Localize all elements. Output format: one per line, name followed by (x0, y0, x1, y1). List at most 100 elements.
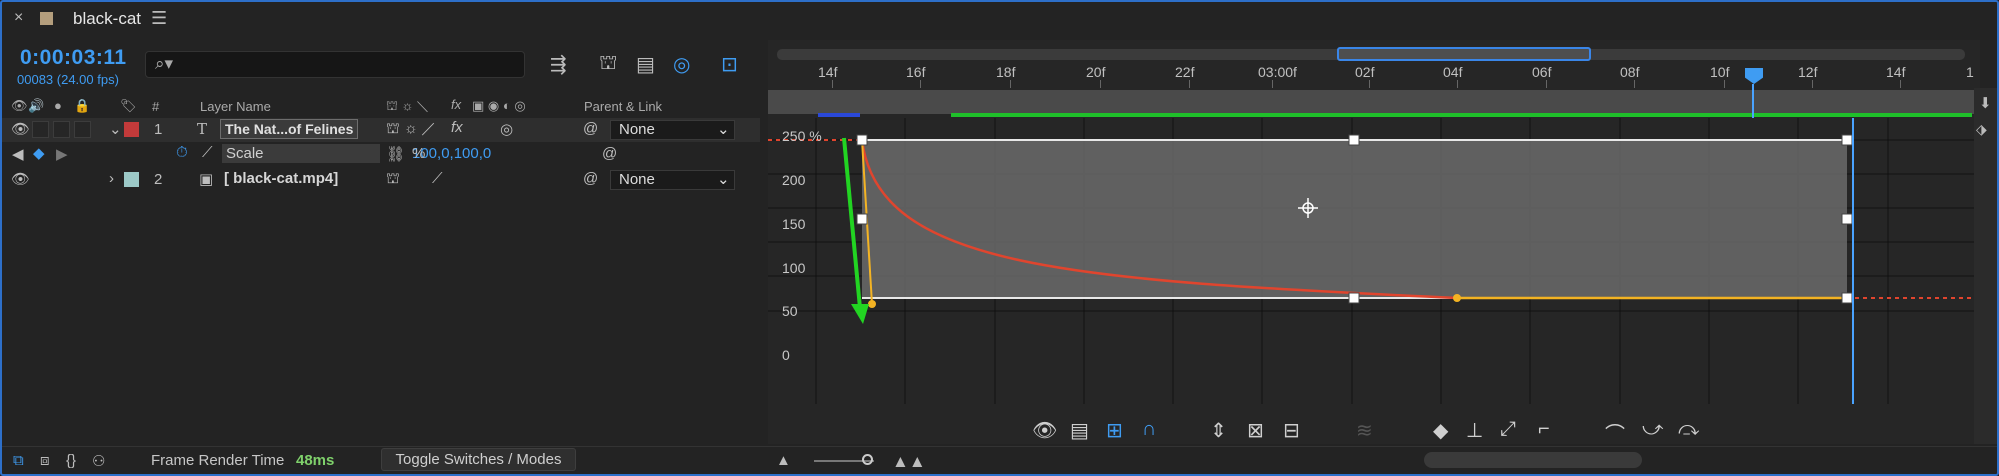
edit-selected-keyframes-icon[interactable]: ≋ (1356, 418, 1373, 443)
frame-blending-icon[interactable]: ▤ (636, 52, 655, 77)
bezier-handle[interactable] (868, 300, 876, 308)
convert-linear-icon[interactable]: ⊥ (1466, 418, 1483, 443)
keyframe-point[interactable] (1453, 294, 1461, 302)
transfer-controls-icon[interactable]: {} (66, 452, 76, 469)
switches-icons: ⛫ ☼ ⟍ (386, 98, 429, 113)
frame-count-fps: 00083 (24.00 fps) (17, 72, 119, 87)
layer-name[interactable]: The Nat...of Felines (220, 119, 359, 139)
blend-switch-icons: ▣ ◉ ◐ ◎ (472, 98, 526, 113)
quality-switch-icon[interactable]: ⟋ (432, 170, 443, 187)
ruler-tick (1724, 80, 1725, 88)
value-graph[interactable] (768, 118, 1974, 404)
layer-name-header[interactable]: Layer Name (200, 99, 271, 114)
constrain-proportions-icon[interactable]: ⛓ (386, 145, 405, 163)
label-color-swatch[interactable] (124, 122, 139, 137)
previous-keyframe-icon[interactable]: ◀ (12, 145, 24, 163)
separate-dimensions-icon[interactable]: ⊟ (1283, 418, 1300, 443)
vertical-scrollbar[interactable] (1974, 88, 1999, 444)
time-ruler[interactable]: 14f 16f 18f 20f 22f 03:00f 02f 04f 06f 08f 10f 12f 1… (768, 60, 1980, 88)
lock-icon[interactable]: 🔒 (74, 98, 90, 114)
ruler-label: 14f (1886, 64, 1906, 80)
close-tab-icon[interactable]: × (14, 9, 23, 27)
layer-row[interactable]: 👁 ⌄ 1 T The Nat...of Felines ⛫ ☼ ⟋ fx ◎ … (0, 118, 760, 142)
audio-icon[interactable]: 🔊 (28, 98, 44, 114)
expand-chevron-icon[interactable]: ⌄ (109, 120, 122, 138)
convert-hold-icon[interactable]: ◆ (1433, 418, 1448, 443)
layer-number: 1 (154, 121, 163, 138)
easy-ease-in-icon[interactable]: ⤻ (1642, 418, 1663, 441)
solo-checkbox[interactable] (53, 121, 70, 138)
convert-auto-bezier-icon[interactable]: ⤢ (1500, 418, 1516, 441)
layer-switches-icons[interactable]: ⛫ ☼ ⟋ (386, 120, 435, 139)
transform-box[interactable] (862, 140, 1847, 298)
ruler-label: 02f (1355, 64, 1375, 80)
comp-marker-icon[interactable]: ⬗ (1976, 121, 1987, 138)
comp-mini-flowchart-icon[interactable]: ⧉ (13, 452, 24, 469)
time-navigator-range[interactable] (1337, 47, 1591, 61)
zoom-slider-thumb[interactable] (862, 454, 873, 465)
solo-icon[interactable]: ● (54, 98, 62, 113)
fit-all-graphs-icon[interactable]: ⊠ (1247, 418, 1264, 443)
easy-ease-out-icon[interactable]: ⤼ (1678, 418, 1699, 441)
in-out-stretch-icon[interactable]: ⚇ (92, 452, 105, 470)
ruler-label: 03:00f (1258, 64, 1297, 80)
ruler-label: 16f (906, 64, 926, 80)
toggle-switches-modes-button[interactable]: Toggle Switches / Modes (381, 448, 576, 471)
easy-ease-icon[interactable]: ⌒ (1605, 418, 1625, 447)
expand-chevron-icon[interactable]: › (109, 170, 114, 187)
chevron-down-icon: ⌄ (717, 171, 730, 188)
horizontal-scrollbar-thumb[interactable] (1424, 452, 1642, 468)
snap-marker-icon[interactable]: ⬇ (1979, 94, 1992, 112)
playhead-line (1752, 84, 1754, 118)
composition-flowchart-icon[interactable]: ⇶ (550, 52, 567, 77)
ruler-label: 14f (818, 64, 838, 80)
next-keyframe-icon[interactable]: ▶ (56, 145, 68, 163)
parent-dropdown[interactable]: None ⌄ (610, 120, 735, 140)
zoom-in-icon[interactable]: ▲▲ (892, 452, 926, 472)
pickwhip-icon[interactable]: @ (583, 170, 598, 187)
visibility-eye-icon[interactable]: 👁 (11, 120, 30, 138)
composition-tab-title[interactable]: black-cat (73, 9, 141, 29)
search-input[interactable] (145, 51, 525, 78)
label-color-swatch[interactable] (124, 172, 139, 187)
work-area-bar[interactable] (768, 90, 1980, 114)
expression-pickwhip-icon[interactable]: @ (602, 145, 617, 162)
layer-switches-icons[interactable]: ⛫ (386, 170, 400, 189)
fit-selection-icon[interactable]: ⇕ (1210, 418, 1227, 443)
layer-row[interactable]: 👁 › 2 ▣ [ black-cat.mp4] ⛫ ⟋ @ None ⌄ (0, 168, 760, 192)
pickwhip-icon[interactable]: @ (583, 120, 598, 137)
audio-checkbox[interactable] (32, 121, 49, 138)
lock-checkbox[interactable] (74, 121, 91, 138)
video-visibility-icon[interactable]: 👁 (11, 98, 28, 114)
motion-blur-switch-icon[interactable]: ◎ (500, 120, 513, 138)
parent-dropdown[interactable]: None ⌄ (610, 170, 735, 190)
panel-menu-icon[interactable]: ☰ (151, 8, 167, 29)
visibility-eye-icon[interactable]: 👁 (11, 170, 30, 188)
transform-box-icon[interactable]: ⊞ (1106, 418, 1123, 443)
graph-toggle-icon[interactable]: ⟋ (202, 144, 213, 161)
property-row[interactable]: ◀ ◆ ▶ ⏱ ⟋ Scale ⛓ 100,0,100,0% @ (0, 143, 760, 167)
scale-value[interactable]: 100,0,100,0% (412, 145, 491, 162)
keyframe-diamond-icon[interactable]: ◆ (33, 144, 45, 162)
graph-canvas[interactable] (768, 118, 1974, 404)
parent-link-header[interactable]: Parent & Link (584, 99, 662, 114)
zoom-out-icon[interactable]: ▲ (776, 452, 791, 469)
convert-bezier-icon[interactable]: ⌐ (1538, 418, 1550, 441)
label-tag-icon[interactable]: 🏷 (120, 98, 137, 114)
property-name[interactable]: Scale (222, 144, 380, 163)
layer-switches-toggle-icon[interactable]: ⧈ (40, 452, 50, 469)
layer-name[interactable]: [ black-cat.mp4] (224, 170, 338, 187)
eye-visibility-icon[interactable]: 👁 (1032, 418, 1057, 443)
search-icon: ⌕▾ (155, 54, 174, 73)
status-bar: ⧉ ⧈ {} ⚇ Frame Render Time 48ms ▲ ▲▲ (0, 446, 1999, 474)
fx-switch[interactable]: fx (451, 119, 463, 136)
layer-number-header: # (152, 99, 160, 114)
graph-editor-icon[interactable]: ⊡ (721, 52, 738, 77)
snap-magnet-icon[interactable]: ∩ (1142, 418, 1156, 441)
motion-blur-icon[interactable]: ◎ (673, 52, 690, 77)
ruler-label: 18f (996, 64, 1016, 80)
graph-type-icon[interactable]: ▤ (1070, 418, 1089, 443)
stopwatch-icon[interactable]: ⏱ (176, 144, 188, 161)
current-time-display[interactable]: 0:00:03:11 (20, 46, 127, 70)
shy-layers-icon[interactable]: ⛫ (599, 52, 617, 77)
